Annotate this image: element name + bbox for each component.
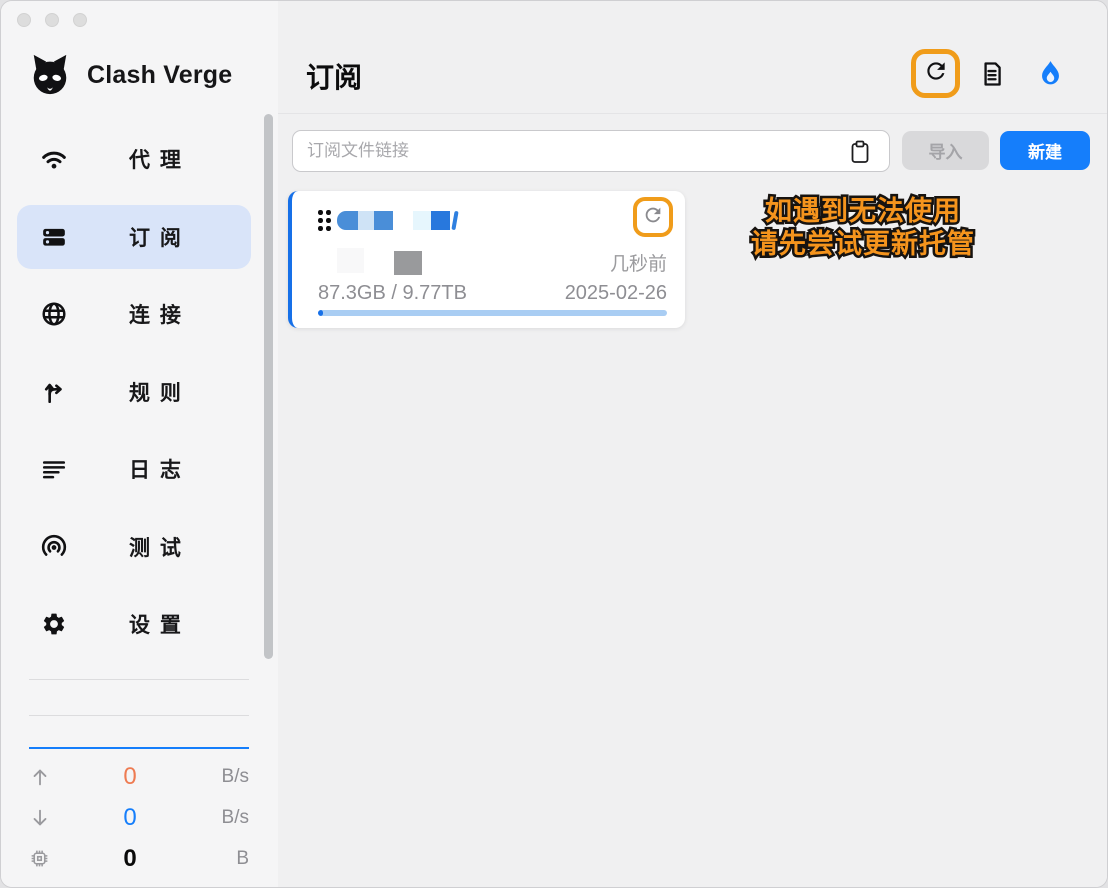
zoom-button[interactable] (73, 13, 87, 27)
sidebar-item-label: 规 则 (129, 377, 183, 407)
sidebar-nav: 代 理 订 阅 (17, 127, 251, 670)
sidebar-item-label: 设 置 (129, 609, 183, 639)
sidebar-divider (29, 715, 249, 716)
memory-value: 0 (55, 845, 205, 873)
update-all-button[interactable] (911, 49, 960, 98)
usage-progress-bar (318, 310, 667, 316)
minimize-button[interactable] (45, 13, 59, 27)
app-window: Clash Verge 代 理 (0, 0, 1108, 888)
sidebar-item-tests[interactable]: 测 试 (17, 515, 251, 579)
upload-speed-value: 0 (55, 763, 205, 791)
sidebar-item-settings[interactable]: 设 置 (17, 592, 251, 656)
close-button[interactable] (17, 13, 31, 27)
memory-unit: B (205, 848, 249, 870)
refresh-icon (642, 204, 664, 231)
radar-icon (41, 534, 67, 560)
redacted-block (337, 248, 364, 273)
drag-handle-icon[interactable] (318, 210, 331, 232)
updated-time: 几秒前 (610, 249, 667, 276)
traffic-stats: 0 B/s 0 B/s (29, 756, 249, 879)
sidebar-item-connections[interactable]: 连 接 (17, 282, 251, 346)
fork-arrow-icon (41, 379, 67, 405)
sidebar-item-label: 连 接 (129, 299, 183, 329)
arrow-up-icon (29, 766, 55, 788)
traffic-graph-baseline (29, 747, 249, 749)
view-runtime-config-button[interactable] (978, 60, 1006, 88)
app-logo: Clash Verge (27, 53, 232, 97)
window-controls (17, 13, 87, 27)
wifi-icon (41, 146, 67, 172)
content-scrollbar[interactable] (264, 114, 273, 659)
cat-icon (27, 53, 73, 97)
update-subscription-button[interactable] (633, 197, 673, 237)
sidebar: Clash Verge 代 理 (1, 1, 278, 887)
download-speed-unit: B/s (205, 807, 249, 829)
refresh-icon (923, 58, 949, 89)
annotation-line-1: 如遇到无法使用 (693, 195, 1033, 228)
sidebar-divider (29, 679, 249, 680)
download-stat-row: 0 B/s (29, 797, 249, 838)
log-lines-icon (41, 456, 67, 482)
upload-speed-unit: B/s (205, 766, 249, 788)
upload-stat-row: 0 B/s (29, 756, 249, 797)
sidebar-item-label: 测 试 (129, 532, 183, 562)
import-button[interactable]: 导入 (902, 131, 989, 170)
sidebar-item-label: 代 理 (129, 144, 183, 174)
sidebar-item-label: 订 阅 (129, 222, 183, 252)
main-content: 订阅 (278, 1, 1107, 887)
subscription-url-input[interactable] (292, 130, 890, 172)
expire-date: 2025-02-26 (565, 282, 667, 305)
reactivate-button[interactable] (1036, 59, 1065, 88)
usage-text: 87.3GB / 9.77TB (318, 282, 467, 305)
annotation-text: 如遇到无法使用 请先尝试更新托管 (693, 195, 1033, 261)
gear-icon (41, 611, 67, 637)
chip-icon (29, 848, 55, 869)
annotation-line-2: 请先尝试更新托管 (693, 228, 1033, 261)
memory-stat-row: 0 B (29, 838, 249, 879)
subscription-stack-icon (41, 224, 67, 250)
sidebar-item-subscription[interactable]: 订 阅 (17, 205, 251, 269)
create-button[interactable]: 新建 (1000, 131, 1090, 170)
clipboard-icon (849, 152, 871, 167)
header-divider (278, 113, 1107, 114)
logo-text: Clash Verge (87, 61, 232, 90)
redacted-block (394, 251, 422, 275)
sidebar-item-logs[interactable]: 日 志 (17, 437, 251, 501)
arrow-down-icon (29, 807, 55, 829)
subscription-name-redacted (337, 211, 457, 230)
progress-fill (318, 310, 323, 316)
paste-button[interactable] (849, 140, 871, 164)
document-icon (978, 75, 1006, 92)
download-speed-value: 0 (55, 804, 205, 832)
flame-icon (1036, 75, 1065, 92)
sidebar-item-proxy[interactable]: 代 理 (17, 127, 251, 191)
sidebar-item-rules[interactable]: 规 则 (17, 360, 251, 424)
sidebar-item-label: 日 志 (129, 454, 183, 484)
page-title: 订阅 (306, 56, 362, 96)
subscription-card[interactable]: 几秒前 87.3GB / 9.77TB 2025-02-26 (288, 191, 685, 328)
globe-icon (41, 301, 67, 327)
